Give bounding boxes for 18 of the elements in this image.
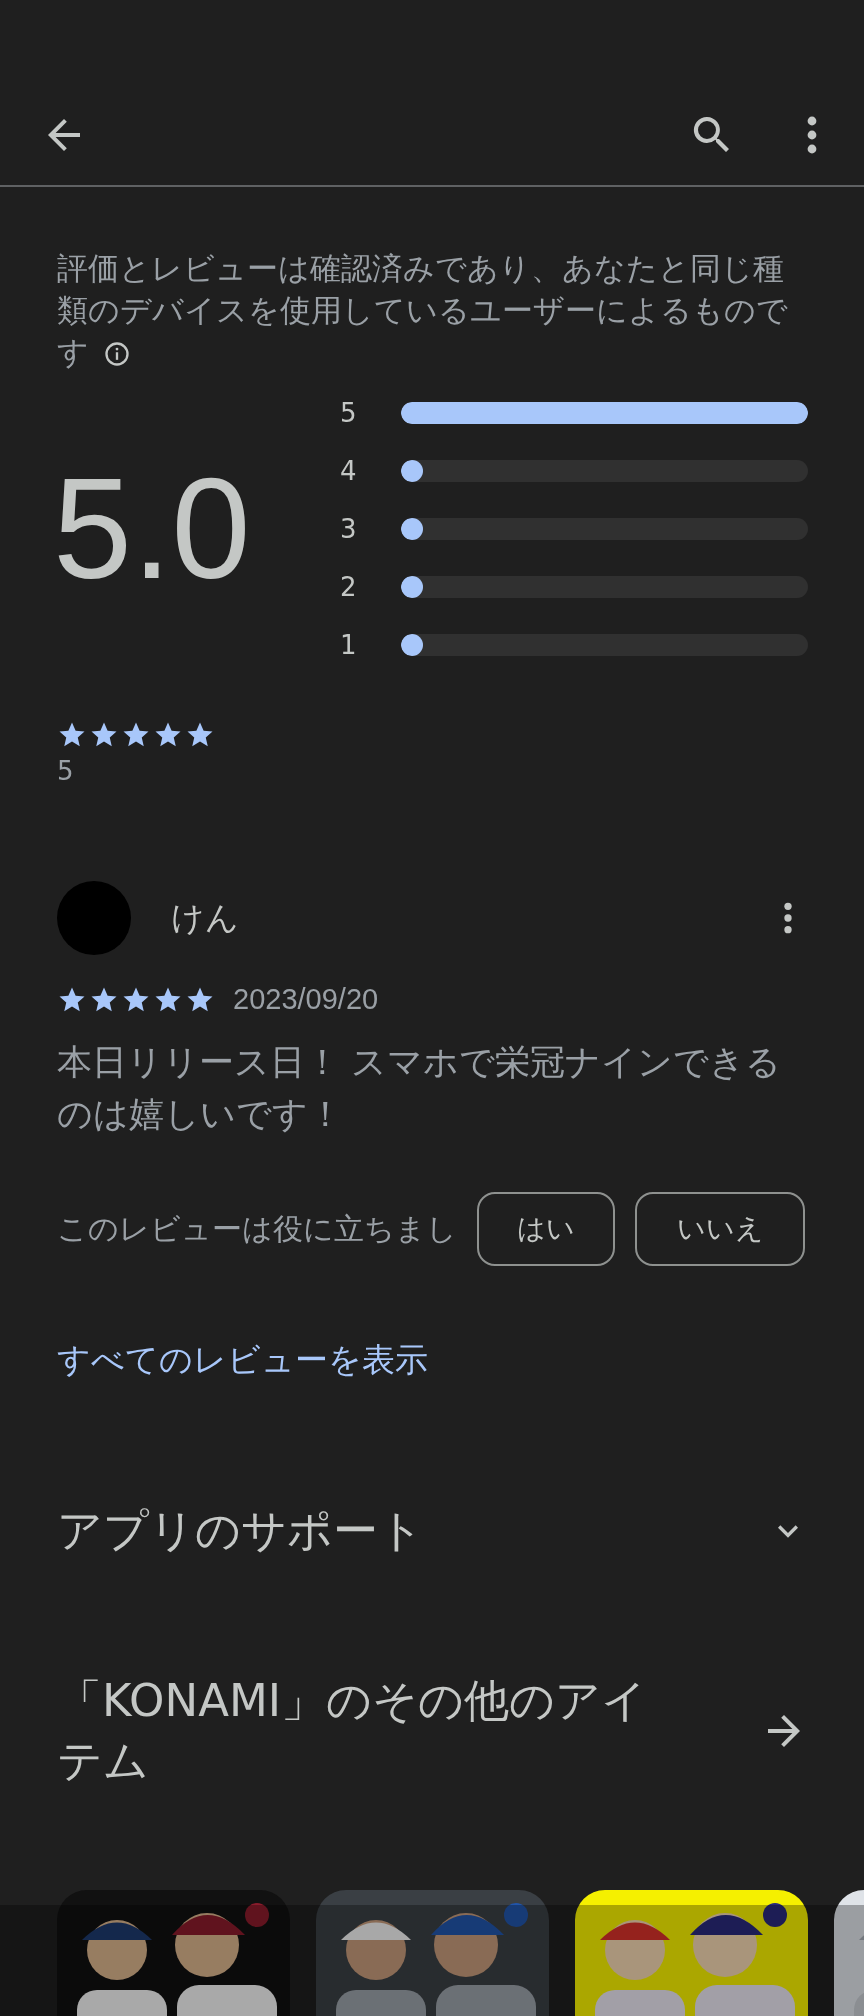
- section-title[interactable]: 「KONAMI」のその他のアイテム: [57, 1671, 687, 1791]
- rating-count: 5: [57, 756, 75, 786]
- reviewer-name: けん: [171, 896, 239, 939]
- bar-label: 4: [339, 455, 358, 486]
- bar-label: 1: [339, 629, 358, 660]
- review-text: 本日リリース日！ スマホで栄冠ナインできるのは嬉しいです！: [57, 1041, 783, 1136]
- bar-label: 2: [339, 571, 358, 602]
- bar-label: 3: [339, 513, 358, 544]
- average-rating: 5.0: [53, 457, 252, 600]
- info-icon[interactable]: [103, 340, 131, 368]
- review-date: 2023/09/20: [233, 983, 379, 1016]
- bar-label: 5: [339, 397, 358, 428]
- all-reviews-link[interactable]: すべてのレビューを表示: [57, 1340, 428, 1379]
- section-title[interactable]: アプリのサポート: [57, 1501, 687, 1561]
- helpful-button[interactable]: はい: [477, 1192, 615, 1266]
- helpful-button[interactable]: いいえ: [635, 1192, 805, 1266]
- disclaimer-text: 評価とレビューは確認済みであり、あなたと同じ種類のデバイスを使用しているユーザーによるものです: [57, 249, 789, 372]
- helpful-prompt: このレビューは役に立ちまし: [57, 1209, 457, 1248]
